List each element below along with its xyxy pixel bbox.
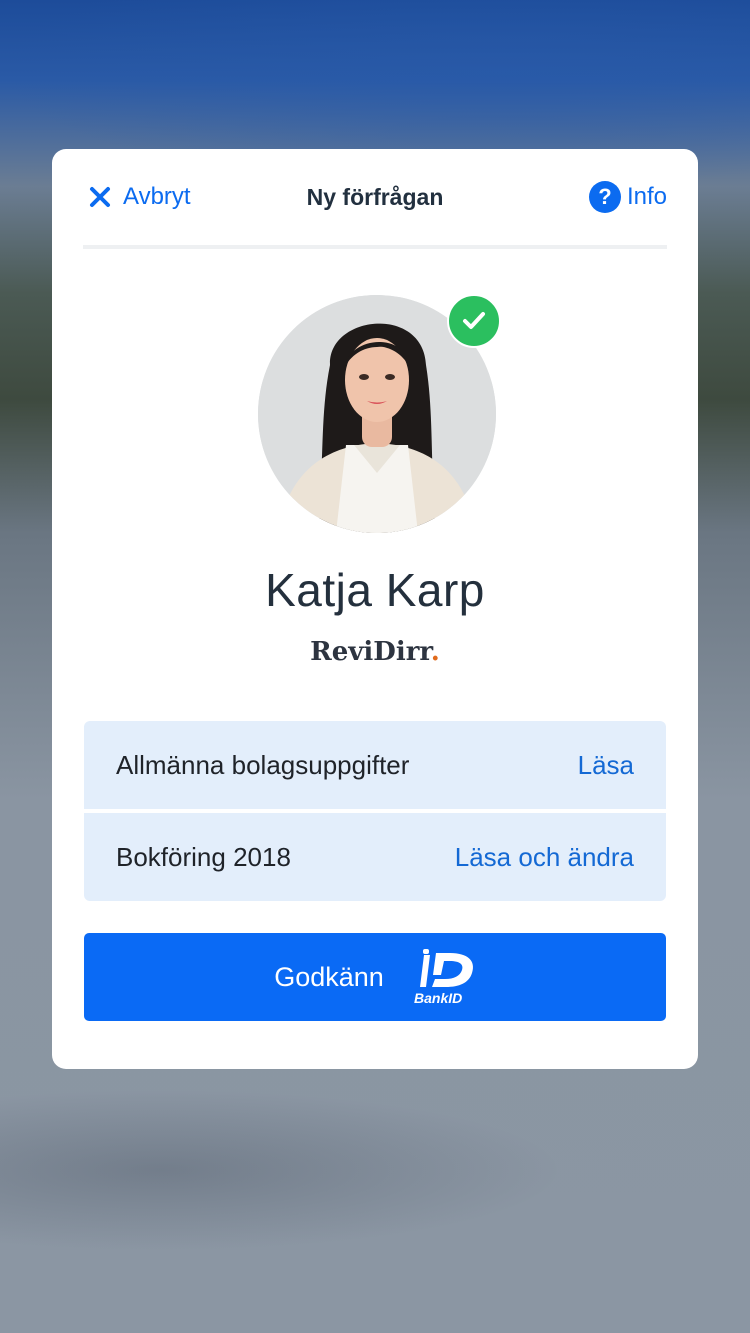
permission-row: Allmänna bolagsuppgifter Läsa xyxy=(84,721,666,809)
verified-badge xyxy=(447,294,501,348)
info-label: Info xyxy=(626,183,667,210)
checkmark-icon xyxy=(463,312,485,329)
permission-access-link[interactable]: Läsa och ändra xyxy=(455,842,634,873)
avatar-container xyxy=(258,294,501,533)
request-dialog: Avbryt Ny förfrågan ? Info Katja Karp Re… xyxy=(52,149,698,1069)
company-name: ReviDirr xyxy=(310,637,431,667)
dialog-header: Avbryt Ny förfrågan ? Info xyxy=(83,149,667,249)
permission-row: Bokföring 2018 Läsa och ändra xyxy=(84,813,666,901)
bankid-logo: BankID xyxy=(414,949,473,1005)
info-button[interactable]: ? Info xyxy=(588,179,667,215)
profile-name: Katja Karp xyxy=(265,564,485,616)
company-dot: . xyxy=(430,637,440,667)
permission-label: Allmänna bolagsuppgifter xyxy=(116,749,410,780)
approve-label: Godkänn xyxy=(274,961,384,992)
bankid-text: BankID xyxy=(414,990,462,1005)
help-icon: ? xyxy=(588,181,621,213)
company-logo: ReviDirr. xyxy=(52,637,698,667)
approve-button[interactable]: Godkänn BankID xyxy=(84,933,666,1021)
permission-access-link[interactable]: Läsa xyxy=(578,750,634,781)
permission-label: Bokföring 2018 xyxy=(116,841,291,872)
page-title: Ny förfrågan xyxy=(306,184,444,210)
